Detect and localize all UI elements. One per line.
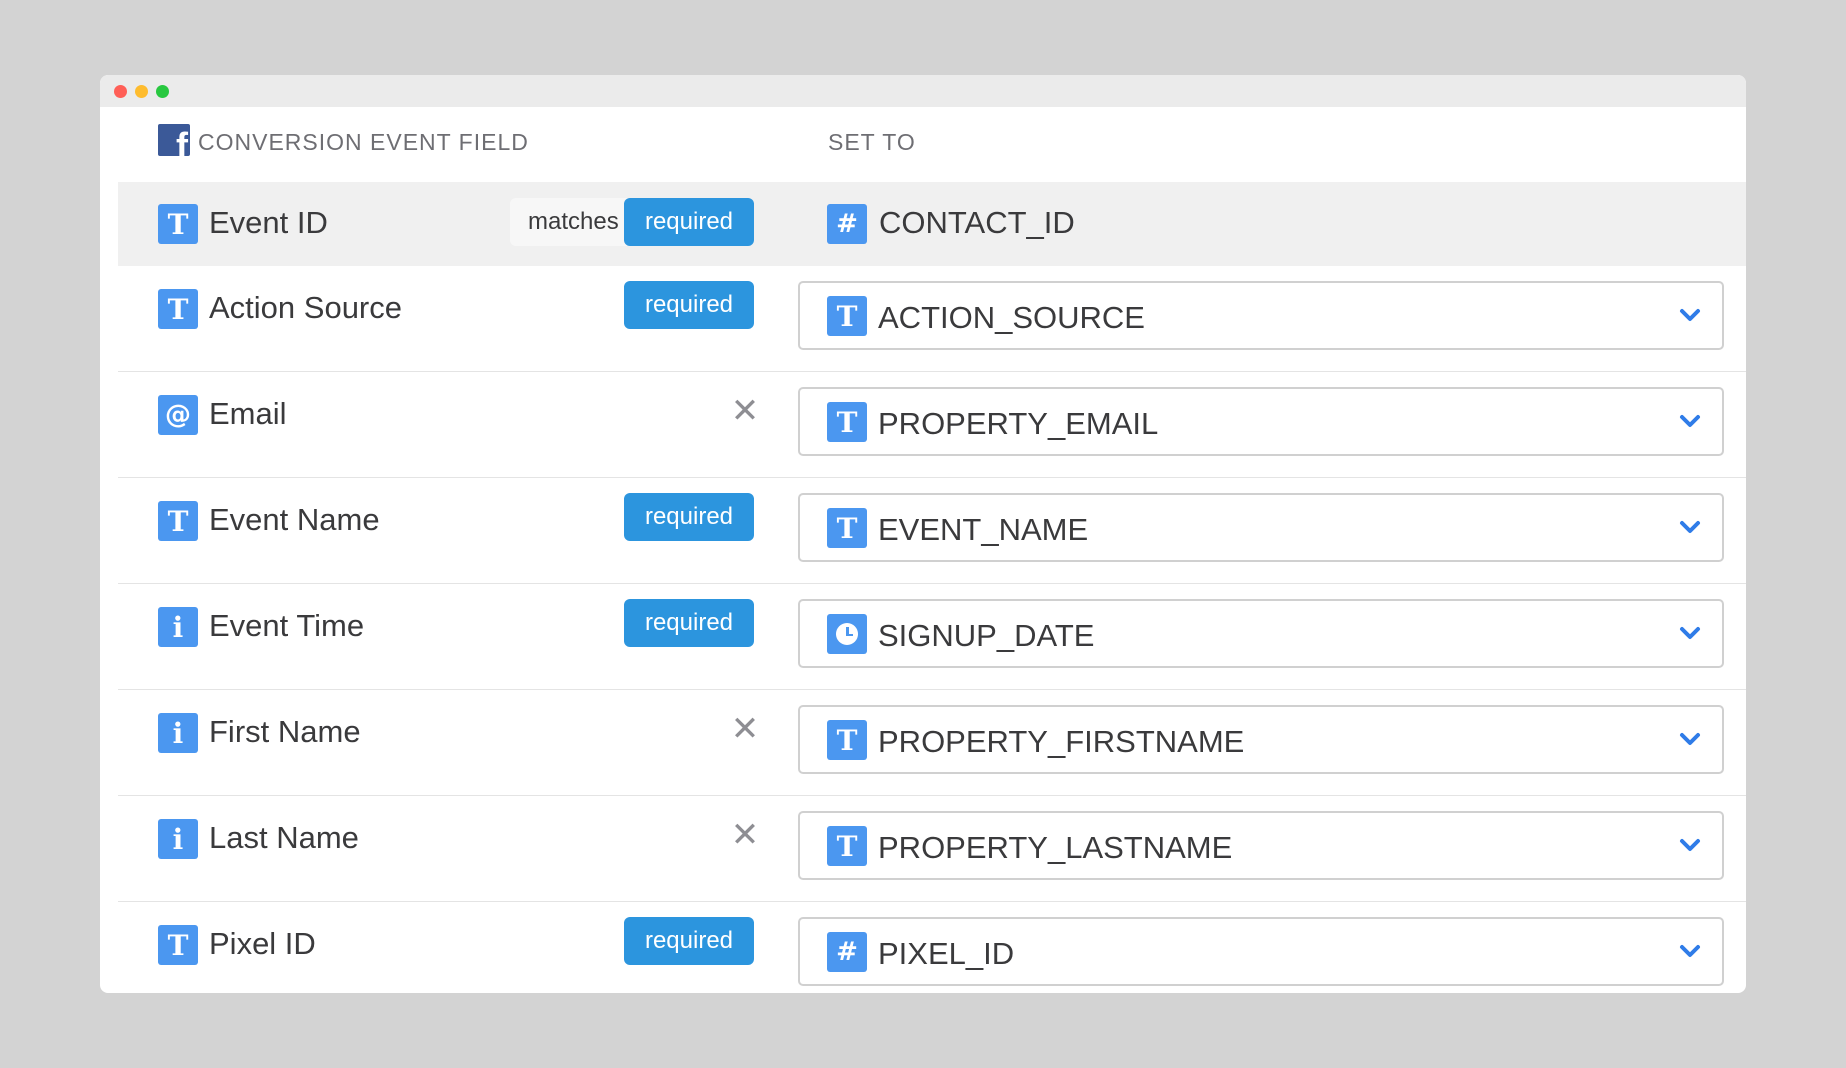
number-type-icon: # xyxy=(827,932,867,972)
required-badge: required xyxy=(624,917,754,965)
field-mapping-row: i First Name ✕ T PROPERTY_FIRSTNAME xyxy=(118,690,1746,796)
text-type-icon: T xyxy=(158,925,198,965)
clock-glyph xyxy=(836,623,858,645)
clock-type-icon xyxy=(827,614,867,654)
remove-field-button[interactable]: ✕ xyxy=(730,818,760,852)
remove-field-button[interactable]: ✕ xyxy=(730,712,760,746)
field-label: Action Source xyxy=(209,290,402,325)
field-mapping-row: T Pixel ID required # PIXEL_ID xyxy=(118,902,1746,993)
required-badge: required xyxy=(624,599,754,647)
dropdown-selected-value: SIGNUP_DATE xyxy=(878,618,1095,653)
set-to-dropdown[interactable]: T PROPERTY_EMAIL xyxy=(798,387,1724,456)
field-mapping-list: T Event ID matches required # CONTACT_ID T Acti… xyxy=(100,182,1746,993)
dropdown-selected-value: EVENT_NAME xyxy=(878,512,1089,547)
set-to-dropdown[interactable]: SIGNUP_DATE xyxy=(798,599,1724,668)
field-mapping-row: T Event Name required T EVENT_NAME xyxy=(118,478,1746,584)
close-window-button[interactable] xyxy=(114,84,127,98)
dropdown-selected-value: ACTION_SOURCE xyxy=(878,300,1145,335)
required-badge: required xyxy=(624,198,754,246)
chevron-down-icon[interactable] xyxy=(1676,407,1704,435)
chevron-down-icon[interactable] xyxy=(1676,619,1704,647)
field-label: Last Name xyxy=(209,820,359,855)
info-type-icon: i xyxy=(158,713,198,753)
field-label: Event Time xyxy=(209,608,365,643)
text-type-icon: T xyxy=(827,508,867,548)
chevron-down-icon[interactable] xyxy=(1676,725,1704,753)
title-bar xyxy=(100,75,1746,107)
set-to-dropdown[interactable]: T EVENT_NAME xyxy=(798,493,1724,562)
dropdown-selected-value: PROPERTY_FIRSTNAME xyxy=(878,724,1245,759)
field-mapping-row: @ Email ✕ T PROPERTY_EMAIL xyxy=(118,372,1746,478)
chevron-down-icon[interactable] xyxy=(1676,513,1704,541)
field-mapping-row: T Event ID matches required # CONTACT_ID xyxy=(118,182,1746,266)
app-window: f CONVERSION EVENT FIELD SET TO T Event I… xyxy=(100,75,1746,993)
minimize-window-button[interactable] xyxy=(135,84,148,98)
field-mapping-row: i Event Time required SIGNUP_DATE xyxy=(118,584,1746,690)
text-type-icon: T xyxy=(827,296,867,336)
dropdown-selected-value: PROPERTY_LASTNAME xyxy=(878,830,1233,865)
set-to-header: SET TO xyxy=(828,129,916,155)
text-type-icon: T xyxy=(158,289,198,329)
dropdown-selected-value: PROPERTY_EMAIL xyxy=(878,406,1159,441)
field-label: Email xyxy=(209,396,287,431)
set-to-dropdown[interactable]: T ACTION_SOURCE xyxy=(798,281,1724,350)
set-to-dropdown[interactable]: T PROPERTY_LASTNAME xyxy=(798,811,1724,880)
set-to-dropdown[interactable]: # PIXEL_ID xyxy=(798,917,1724,986)
field-label: Pixel ID xyxy=(209,926,316,961)
conversion-event-field-header: CONVERSION EVENT FIELD xyxy=(198,129,529,155)
field-label: Event ID xyxy=(209,205,328,240)
text-type-icon: T xyxy=(827,402,867,442)
email-type-icon: @ xyxy=(158,395,198,435)
remove-field-button[interactable]: ✕ xyxy=(730,394,760,428)
required-badge: required xyxy=(624,493,754,541)
chevron-down-icon[interactable] xyxy=(1676,301,1704,329)
chevron-down-icon[interactable] xyxy=(1676,937,1704,965)
number-type-icon: # xyxy=(827,204,867,244)
field-label: Event Name xyxy=(209,502,380,537)
maximize-window-button[interactable] xyxy=(156,84,169,98)
text-type-icon: T xyxy=(827,720,867,760)
mapped-value-text: CONTACT_ID xyxy=(879,205,1075,240)
required-badge: required xyxy=(624,281,754,329)
text-type-icon: T xyxy=(158,501,198,541)
info-type-icon: i xyxy=(158,607,198,647)
chevron-down-icon[interactable] xyxy=(1676,831,1704,859)
field-mapping-row: T Action Source required T ACTION_SOURCE xyxy=(118,266,1746,372)
field-mapping-row: i Last Name ✕ T PROPERTY_LASTNAME xyxy=(118,796,1746,902)
matches-badge: matches xyxy=(510,198,637,246)
column-header: f CONVERSION EVENT FIELD SET TO xyxy=(100,107,1746,182)
text-type-icon: T xyxy=(158,204,198,244)
text-type-icon: T xyxy=(827,826,867,866)
facebook-icon: f xyxy=(158,124,190,156)
field-label: First Name xyxy=(209,714,361,749)
info-type-icon: i xyxy=(158,819,198,859)
dropdown-selected-value: PIXEL_ID xyxy=(878,936,1015,971)
set-to-dropdown[interactable]: T PROPERTY_FIRSTNAME xyxy=(798,705,1724,774)
